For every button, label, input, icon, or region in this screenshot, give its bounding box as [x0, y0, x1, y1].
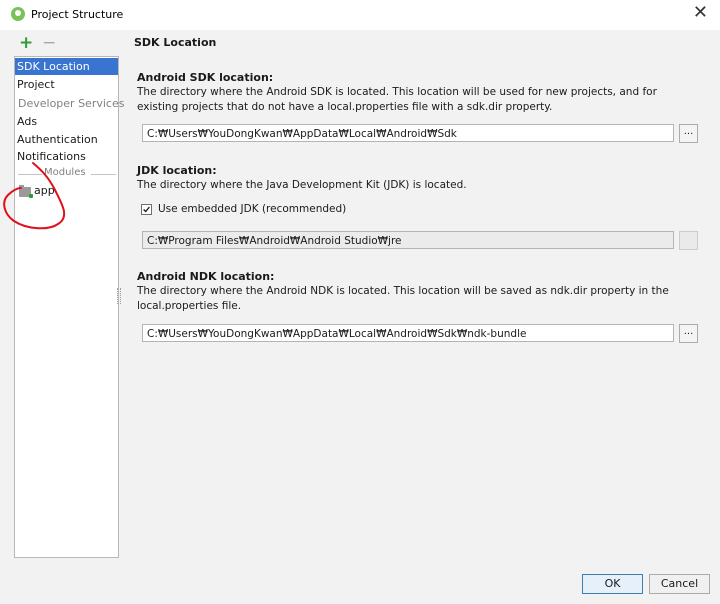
title-bar: Project Structure ✕ — [0, 0, 720, 30]
embedded-jdk-checkbox[interactable] — [141, 204, 152, 215]
checkmark-icon — [143, 206, 150, 213]
window-title: Project Structure — [31, 8, 124, 21]
page-title: SDK Location — [134, 36, 217, 49]
embedded-jdk-label[interactable]: Use embedded JDK (recommended) — [158, 203, 346, 215]
add-icon[interactable]: + — [19, 33, 33, 53]
sidebar-item-ads[interactable]: Ads — [15, 113, 118, 130]
sdk-description: The directory where the Android SDK is l… — [137, 86, 657, 113]
sidebar-item-project[interactable]: Project — [15, 76, 118, 93]
cancel-button[interactable]: Cancel — [649, 574, 710, 594]
sidebar-item-sdk-location[interactable]: SDK Location — [15, 58, 118, 75]
ndk-browse-button[interactable]: ... — [679, 324, 698, 343]
sdk-section-title: Android SDK location: — [137, 71, 274, 84]
sidebar: SDK Location Project Developer Services … — [14, 56, 125, 558]
android-studio-icon — [11, 7, 25, 21]
ndk-description: The directory where the Android NDK is l… — [137, 285, 669, 312]
jdk-section-title: JDK location: — [137, 164, 217, 177]
ok-button[interactable]: OK — [582, 574, 643, 594]
jdk-path-input: C:₩Program Files₩Android₩Android Studio₩… — [142, 231, 674, 249]
jdk-browse-button — [679, 231, 698, 250]
splitter-handle[interactable] — [117, 288, 121, 304]
sidebar-group-developer-services: Developer Services — [18, 97, 125, 110]
sidebar-item-authentication[interactable]: Authentication — [15, 131, 118, 148]
ndk-section-title: Android NDK location: — [137, 270, 275, 283]
project-structure-dialog: + − SDK Location Project Developer Servi… — [0, 30, 720, 604]
sdk-browse-button[interactable]: ... — [679, 124, 698, 143]
ndk-path-input[interactable]: C:₩Users₩YouDongKwan₩AppData₩Local₩Andro… — [142, 324, 674, 342]
separator-line — [91, 174, 116, 175]
close-icon[interactable]: ✕ — [693, 2, 708, 24]
red-annotation-circle — [3, 162, 66, 230]
remove-icon[interactable]: − — [42, 33, 56, 53]
jdk-description: The directory where the Java Development… — [137, 179, 467, 191]
sdk-path-input[interactable]: C:₩Users₩YouDongKwan₩AppData₩Local₩Andro… — [142, 124, 674, 142]
